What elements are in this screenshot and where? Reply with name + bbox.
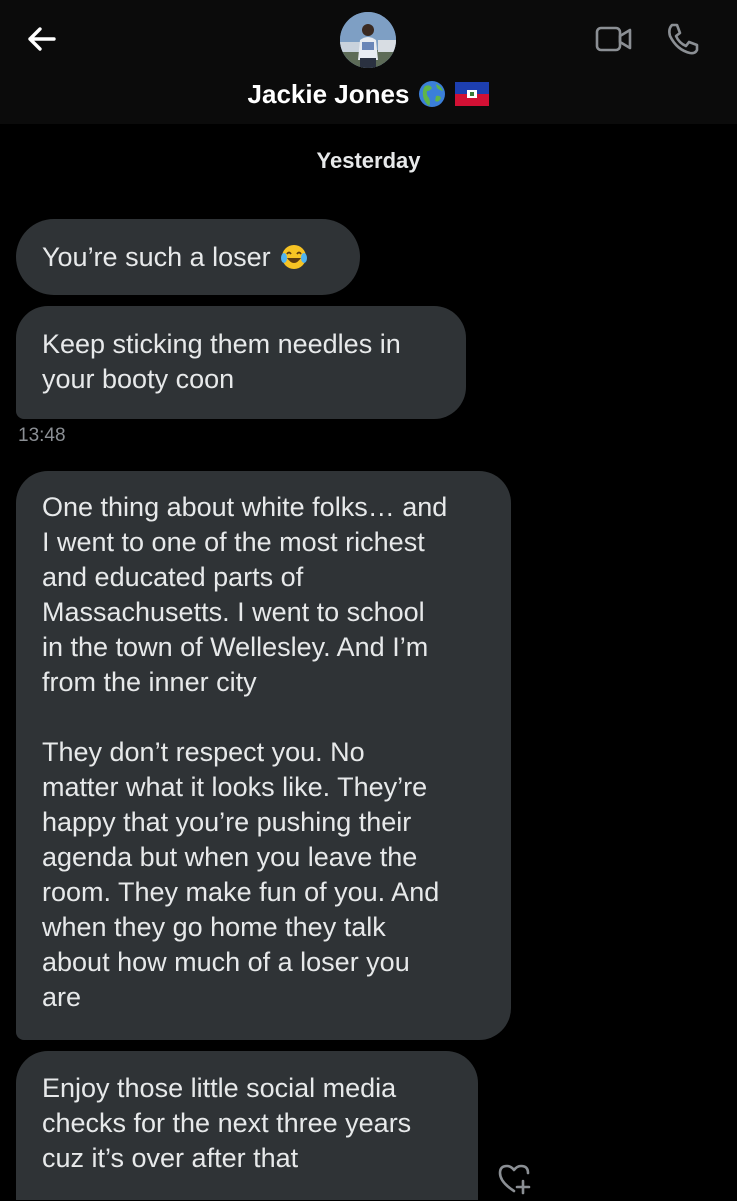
message-text-line: room. They make fun of you. And bbox=[42, 877, 440, 907]
globe-americas-emoji bbox=[419, 81, 446, 107]
date-separator: Yesterday bbox=[316, 148, 421, 173]
message-text-line: I went to one of the most richest bbox=[42, 527, 425, 557]
message-text-line: in the town of Wellesley. And I’m bbox=[42, 632, 429, 662]
heart-plus-icon bbox=[498, 1164, 531, 1195]
message-text-line: They don’t respect you. No bbox=[42, 737, 365, 767]
haiti-flag-emoji bbox=[455, 82, 490, 106]
back-button[interactable] bbox=[22, 22, 62, 56]
message-text-line: Massachusetts. I went to school bbox=[42, 597, 425, 627]
video-call-button[interactable] bbox=[594, 20, 634, 58]
message-text-line: Keep sticking them needles in bbox=[42, 329, 401, 359]
conversation-header: Jackie Jones bbox=[0, 0, 737, 124]
message-text-line: from the inner city bbox=[42, 667, 257, 697]
message-text-line: matter what it looks like. They’re bbox=[42, 772, 428, 802]
message-text-line: cuz it’s over after that bbox=[42, 1143, 299, 1173]
message-text-line: are bbox=[42, 982, 82, 1012]
phone-call-button[interactable] bbox=[662, 20, 702, 58]
message-text-line: when they go home they talk bbox=[42, 912, 386, 942]
message-text-line: Enjoy those little social media bbox=[42, 1073, 397, 1103]
message-text-line: and educated parts of bbox=[42, 562, 304, 592]
message-text-line: your booty coon bbox=[42, 364, 235, 394]
contact-name: Jackie Jones bbox=[247, 78, 410, 109]
message-bubble[interactable]: Keep sticking them needles in your booty… bbox=[16, 306, 466, 419]
message-bubble[interactable]: Enjoy those little social media checks f… bbox=[16, 1051, 478, 1200]
phone-call-icon bbox=[668, 23, 699, 55]
contact-avatar[interactable] bbox=[340, 12, 396, 68]
message-bubble[interactable]: One thing about white folks… and I went … bbox=[16, 471, 511, 1040]
face-with-tears-of-joy-emoji bbox=[280, 245, 307, 269]
message-text-line: agenda but when you leave the bbox=[42, 842, 418, 872]
message-text-line: One thing about white folks… and bbox=[42, 492, 448, 522]
message-text: You’re such a loser bbox=[42, 241, 271, 272]
conversation-title[interactable]: Jackie Jones bbox=[0, 76, 737, 112]
message-text-line: checks for the next three years bbox=[42, 1108, 412, 1138]
paragraph-break bbox=[42, 700, 485, 735]
message-text-line: happy that you’re pushing their bbox=[42, 807, 412, 837]
message-timestamp: 13:48 bbox=[18, 425, 66, 446]
message-text-line: about how much of a loser you bbox=[42, 947, 410, 977]
message-bubble[interactable]: You’re such a loser bbox=[16, 219, 360, 295]
video-call-icon bbox=[595, 26, 632, 52]
add-reaction-button[interactable] bbox=[494, 1158, 534, 1196]
arrow-left-icon bbox=[28, 27, 56, 51]
